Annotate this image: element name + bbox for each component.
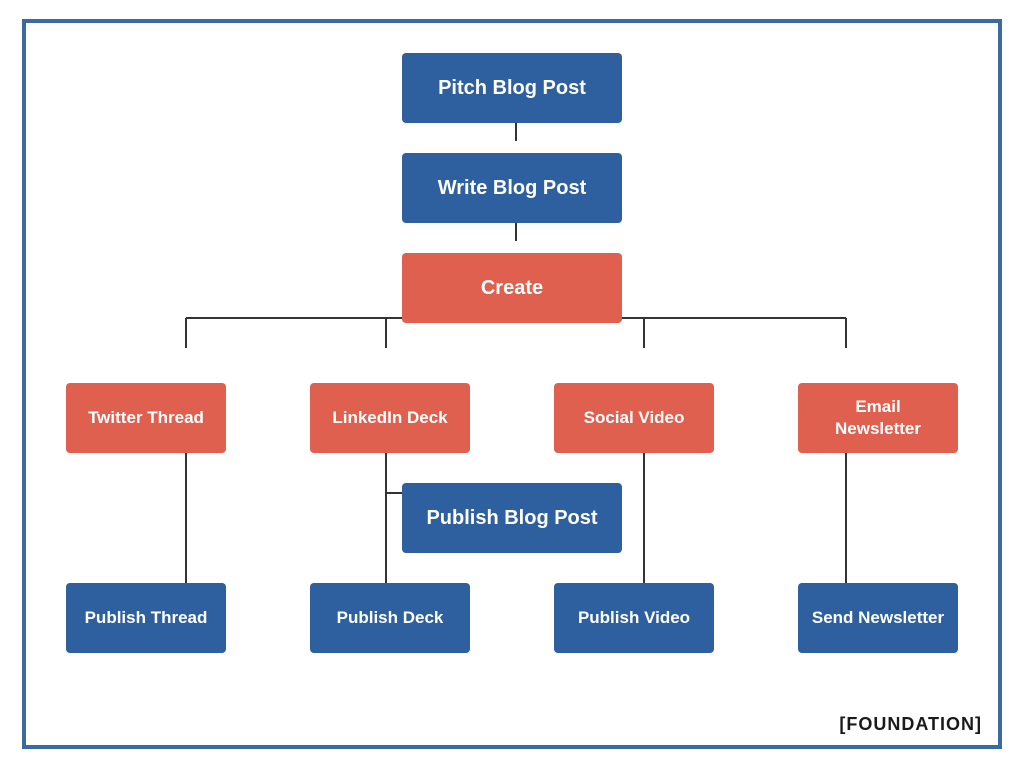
publish-thread-label: Publish Thread xyxy=(85,607,208,629)
foundation-badge: [FOUNDATION] xyxy=(839,714,982,735)
linkedin-node: LinkedIn Deck xyxy=(310,383,470,453)
twitter-node: Twitter Thread xyxy=(66,383,226,453)
linkedin-label: LinkedIn Deck xyxy=(332,407,447,429)
send-newsletter-node: Send Newsletter xyxy=(798,583,958,653)
row-write: Write Blog Post xyxy=(36,153,988,223)
row-level2: Twitter Thread LinkedIn Deck Social Vide… xyxy=(36,383,988,453)
publish-video-label: Publish Video xyxy=(578,607,690,629)
create-node: Create xyxy=(402,253,622,323)
create-label: Create xyxy=(481,275,543,301)
twitter-label: Twitter Thread xyxy=(88,407,204,429)
publish-blog-label: Publish Blog Post xyxy=(426,505,597,531)
pitch-label: Pitch Blog Post xyxy=(438,75,586,101)
publish-thread-node: Publish Thread xyxy=(66,583,226,653)
row-publish-blog: Publish Blog Post xyxy=(36,483,988,553)
pitch-node: Pitch Blog Post xyxy=(402,53,622,123)
publish-blog-node: Publish Blog Post xyxy=(402,483,622,553)
email-node: Email Newsletter xyxy=(798,383,958,453)
publish-video-node: Publish Video xyxy=(554,583,714,653)
row-pitch: Pitch Blog Post xyxy=(36,53,988,123)
row-publish: Publish Thread Publish Deck Publish Vide… xyxy=(36,583,988,653)
brand-name: [FOUNDATION] xyxy=(839,714,982,734)
send-newsletter-label: Send Newsletter xyxy=(812,607,944,629)
publish-deck-node: Publish Deck xyxy=(310,583,470,653)
publish-deck-label: Publish Deck xyxy=(337,607,444,629)
write-node: Write Blog Post xyxy=(402,153,622,223)
diagram-container: Pitch Blog Post Write Blog Post Create T… xyxy=(22,19,1002,749)
email-label: Email Newsletter xyxy=(810,396,946,440)
write-label: Write Blog Post xyxy=(438,175,587,201)
social-node: Social Video xyxy=(554,383,714,453)
social-label: Social Video xyxy=(584,407,685,429)
row-create: Create xyxy=(36,253,988,323)
